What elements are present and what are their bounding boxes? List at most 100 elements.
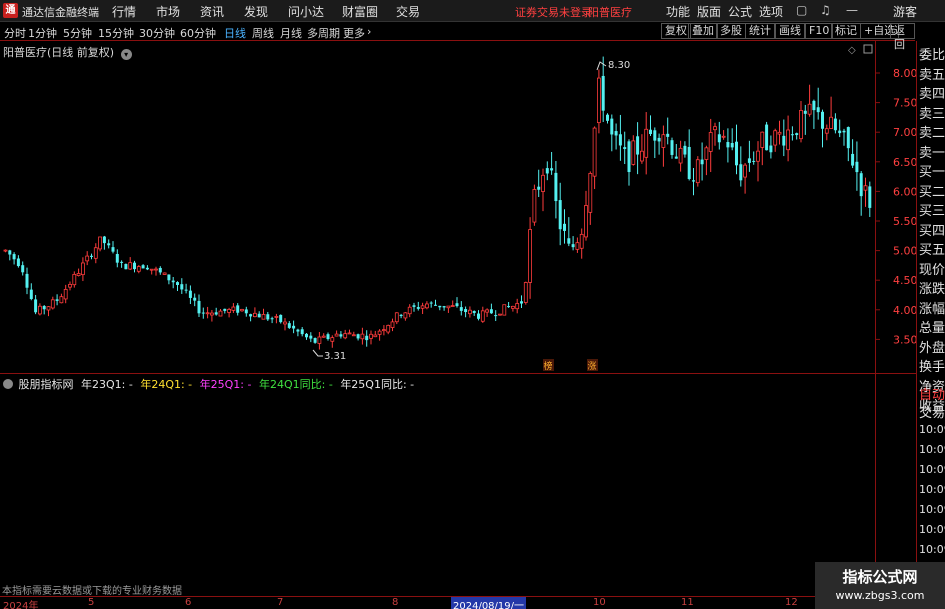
candle-body bbox=[25, 273, 29, 288]
indicator-settings-icon[interactable] bbox=[3, 379, 13, 389]
trade-tab[interactable]: 交易 bbox=[919, 402, 945, 421]
candle-body bbox=[34, 299, 38, 313]
menu-function[interactable]: 功能 bbox=[666, 3, 690, 20]
candlestick-chart[interactable]: 8.00 7.50 7.00 6.50 6.00 5.50 5.00 4.50 4.00 3.50… bbox=[0, 41, 916, 373]
high-price-label: 8.30 bbox=[608, 60, 630, 71]
mark-button[interactable]: 标记 bbox=[831, 23, 861, 39]
diamond-icon[interactable]: ◇ bbox=[848, 45, 856, 56]
candle-body bbox=[730, 143, 734, 148]
quote-field-label: 买四 bbox=[919, 223, 945, 239]
period-timeshare[interactable]: 分时 bbox=[4, 25, 26, 41]
date-tick: 8 bbox=[392, 597, 399, 608]
period-30min[interactable]: 30分钟 bbox=[139, 25, 175, 41]
period-60min[interactable]: 60分钟 bbox=[180, 25, 216, 41]
candle-body bbox=[567, 238, 571, 244]
menu-wealth-circle[interactable]: 财富圈 bbox=[342, 3, 378, 20]
candle-body bbox=[627, 141, 631, 173]
app-logo-icon: 通 bbox=[3, 3, 18, 18]
chevron-right-icon[interactable]: › bbox=[367, 25, 371, 38]
candle-body bbox=[317, 336, 322, 344]
multi-stock-button[interactable]: 多股 bbox=[716, 23, 746, 39]
minimize-icon[interactable]: — bbox=[846, 3, 858, 17]
candle-body bbox=[532, 189, 537, 223]
candle-body bbox=[459, 307, 463, 311]
candle-body bbox=[218, 310, 223, 317]
candle-body bbox=[450, 305, 455, 307]
period-15min[interactable]: 15分钟 bbox=[98, 25, 134, 41]
draw-line-button[interactable]: 画线 bbox=[775, 23, 805, 39]
date-axis: 2024年 5 6 7 8 2024/08/19/一 10 11 12 bbox=[0, 596, 916, 609]
period-monthly[interactable]: 月线 bbox=[280, 25, 302, 41]
candle-body bbox=[16, 258, 20, 267]
axis-divider bbox=[875, 41, 876, 596]
quote-field-label: 卖二 bbox=[919, 126, 945, 141]
candle-body bbox=[760, 131, 765, 148]
candle-body bbox=[713, 126, 717, 131]
candle-body bbox=[365, 335, 369, 341]
bell-icon[interactable]: ♫ bbox=[820, 3, 831, 17]
menu-options[interactable]: 选项 bbox=[759, 3, 783, 20]
period-multi[interactable]: 多周期 bbox=[307, 25, 340, 41]
candle-body bbox=[601, 75, 605, 111]
period-1min[interactable]: 1分钟 bbox=[28, 25, 57, 41]
candle-body bbox=[747, 158, 751, 163]
menu-quotes[interactable]: 行情 bbox=[112, 3, 136, 20]
statistics-button[interactable]: 统计 bbox=[745, 23, 775, 39]
candle-body bbox=[136, 266, 141, 272]
candle-body bbox=[842, 130, 846, 133]
chart-title-text: 阳普医疗(日线 前复权) bbox=[3, 46, 115, 59]
candle-body bbox=[244, 309, 248, 314]
y-tick-label: 5.50 bbox=[893, 215, 916, 228]
candle-body bbox=[412, 305, 416, 307]
period-more[interactable]: 更多 bbox=[343, 25, 365, 41]
candle-body bbox=[59, 296, 64, 304]
f10-button[interactable]: F10 bbox=[805, 23, 834, 39]
candle-body bbox=[692, 180, 695, 182]
menu-ask-xiaoda[interactable]: 问小达 bbox=[288, 3, 324, 20]
candle-body bbox=[351, 334, 356, 337]
candle-body bbox=[386, 324, 391, 333]
period-5min[interactable]: 5分钟 bbox=[63, 25, 92, 41]
candle-body bbox=[227, 309, 232, 313]
chart-settings-icon[interactable]: ▾ bbox=[120, 49, 132, 60]
user-guest[interactable]: 游客 bbox=[893, 3, 917, 20]
indicator-note: 本指标需要云数据或下载的专业财务数据 bbox=[2, 586, 182, 597]
menu-discover[interactable]: 发现 bbox=[244, 3, 268, 20]
adjust-button[interactable]: 复权 bbox=[661, 23, 691, 39]
candle-body bbox=[726, 142, 730, 148]
candle-body bbox=[249, 314, 253, 317]
candle-body bbox=[128, 262, 133, 270]
candle-body bbox=[149, 268, 154, 271]
overlay-button[interactable]: 叠加 bbox=[688, 23, 718, 39]
maximize-pane-icon[interactable] bbox=[863, 44, 873, 54]
indicator-name[interactable]: 股朋指标网 bbox=[19, 378, 74, 391]
period-toolbar: 分时 1分钟 5分钟 15分钟 30分钟 60分钟 日线 周线 月线 多周期 更… bbox=[0, 22, 915, 51]
candle-body bbox=[305, 333, 308, 338]
menu-news[interactable]: 资讯 bbox=[200, 3, 224, 20]
menu-layout[interactable]: 版面 bbox=[697, 3, 721, 20]
back-button[interactable]: 返回 bbox=[890, 23, 915, 51]
menu-market[interactable]: 市场 bbox=[156, 3, 180, 20]
candle-body bbox=[756, 150, 760, 162]
y-tick-label: 8.00 bbox=[893, 67, 916, 80]
period-daily[interactable]: 日线 bbox=[224, 25, 246, 41]
candle-body bbox=[72, 274, 77, 286]
candle-body bbox=[309, 335, 313, 339]
candle-body bbox=[494, 315, 498, 317]
title-bar: 通 通达信金融终端 行情 市场 资讯 发现 问小达 财富圈 交易 证券交易未登录… bbox=[0, 0, 945, 22]
login-status[interactable]: 证券交易未登录 bbox=[515, 4, 592, 20]
period-weekly[interactable]: 周线 bbox=[252, 25, 274, 41]
date-tick: 2024年 bbox=[3, 601, 39, 609]
menu-formula[interactable]: 公式 bbox=[728, 3, 752, 20]
candle-body bbox=[176, 282, 179, 285]
candle-body bbox=[38, 305, 42, 315]
menu-trade[interactable]: 交易 bbox=[396, 3, 420, 20]
restore-window-icon[interactable]: ▢ bbox=[796, 3, 807, 17]
date-tick: 6 bbox=[185, 597, 192, 608]
candle-body bbox=[636, 136, 640, 155]
date-tick: 7 bbox=[277, 597, 284, 608]
candle-body bbox=[765, 124, 769, 151]
auto-tab[interactable]: 自动 bbox=[919, 384, 945, 403]
candle-body bbox=[171, 280, 175, 283]
candle-body bbox=[403, 312, 408, 319]
